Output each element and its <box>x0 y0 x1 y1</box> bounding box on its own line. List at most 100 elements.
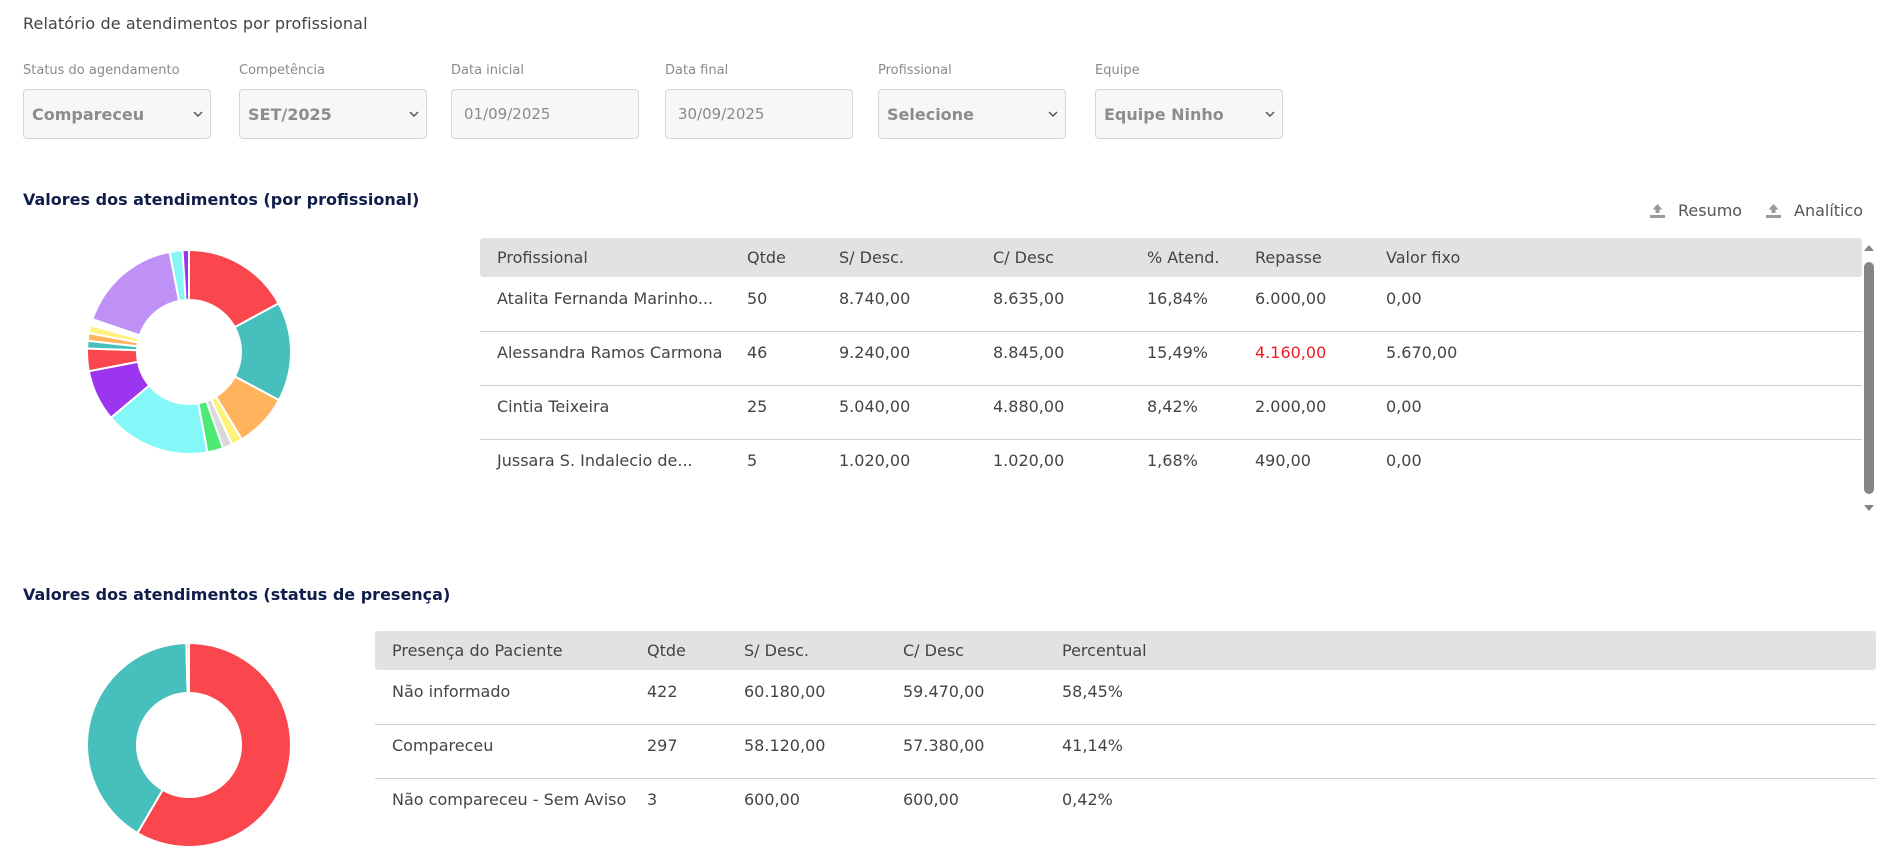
table-row[interactable]: Cintia Teixeira 25 5.040,00 4.880,00 8,4… <box>480 385 1862 440</box>
cell-presenca: Não informado <box>392 682 511 701</box>
export-resumo-label: Resumo <box>1678 201 1743 220</box>
scroll-down-arrow-icon[interactable] <box>1863 504 1875 513</box>
col-header-sem-desc[interactable]: S/ Desc. <box>744 641 809 660</box>
chevron-down-icon <box>193 111 203 118</box>
donut-profissional-slice-13[interactable] <box>91 250 181 337</box>
scroll-up-arrow-icon[interactable] <box>1863 243 1875 252</box>
cell-sem-desc: 58.120,00 <box>744 736 826 755</box>
cell-qtde: 422 <box>647 682 678 701</box>
chevron-down-icon <box>409 111 419 118</box>
cell-com-desc: 4.880,00 <box>993 397 1065 416</box>
cell-profissional: Cintia Teixeira <box>497 397 610 416</box>
cell-profissional: Alessandra Ramos Carmona <box>497 343 723 362</box>
cell-valor-fixo: 0,00 <box>1386 289 1422 308</box>
cell-com-desc: 600,00 <box>903 790 959 809</box>
data-inicial-field[interactable]: 01/09/2025 <box>451 89 639 139</box>
col-header-repasse[interactable]: Repasse <box>1255 248 1322 267</box>
status-select-value: Compareceu <box>32 104 145 124</box>
col-header-sem-desc[interactable]: S/ Desc. <box>839 248 904 267</box>
table-profissional: Profissional Qtde S/ Desc. C/ Desc % Ate… <box>480 238 1862 518</box>
cell-sem-desc: 5.040,00 <box>839 397 911 416</box>
cell-com-desc: 8.845,00 <box>993 343 1065 362</box>
cell-sem-desc: 9.240,00 <box>839 343 911 362</box>
col-header-qtde[interactable]: Qtde <box>647 641 686 660</box>
cell-valor-fixo: 0,00 <box>1386 397 1422 416</box>
cell-com-desc: 8.635,00 <box>993 289 1065 308</box>
profissional-select-value: Selecione <box>887 104 974 124</box>
cell-sem-desc: 1.020,00 <box>839 451 911 470</box>
col-header-qtde[interactable]: Qtde <box>747 248 786 267</box>
competencia-select[interactable]: SET/2025 <box>239 89 427 139</box>
cell-repasse: 490,00 <box>1255 451 1311 470</box>
cell-sem-desc: 60.180,00 <box>744 682 826 701</box>
cell-percentual: 41,14% <box>1062 736 1124 755</box>
table-row[interactable]: Alessandra Ramos Carmona 46 9.240,00 8.8… <box>480 331 1862 386</box>
donut-chart-presenca <box>86 641 292 848</box>
equipe-select-value: Equipe Ninho <box>1104 104 1224 124</box>
cell-percentual: 58,45% <box>1062 682 1124 701</box>
cell-pct-atend: 15,49% <box>1147 343 1209 362</box>
col-header-valor-fixo[interactable]: Valor fixo <box>1386 248 1460 267</box>
cell-qtde: 50 <box>747 289 768 308</box>
cell-qtde: 297 <box>647 736 678 755</box>
col-header-presenca[interactable]: Presença do Paciente <box>392 641 563 660</box>
table-scrollbar[interactable] <box>1862 240 1876 516</box>
cell-com-desc: 57.380,00 <box>903 736 985 755</box>
table-row[interactable]: Não compareceu - Sem Aviso 3 600,00 600,… <box>375 778 1876 832</box>
cell-pct-atend: 1,68% <box>1147 451 1198 470</box>
cell-pct-atend: 8,42% <box>1147 397 1198 416</box>
cell-repasse: 6.000,00 <box>1255 289 1327 308</box>
chevron-down-icon <box>1048 111 1058 118</box>
cell-percentual: 0,42% <box>1062 790 1113 809</box>
table-presenca: Presença do Paciente Qtde S/ Desc. C/ De… <box>375 631 1876 831</box>
cell-valor-fixo: 5.670,00 <box>1386 343 1458 362</box>
col-header-percentual[interactable]: Percentual <box>1062 641 1147 660</box>
table-row[interactable]: Não informado 422 60.180,00 59.470,00 58… <box>375 670 1876 725</box>
competencia-select-value: SET/2025 <box>248 104 332 124</box>
cell-profissional: Jussara S. Indalecio de... <box>497 451 693 470</box>
section-title-presenca: Valores dos atendimentos (status de pres… <box>23 585 451 604</box>
col-header-pct-atend[interactable]: % Atend. <box>1147 248 1219 267</box>
cell-repasse-highlight: 4.160,00 <box>1255 343 1327 362</box>
filter-label-competencia: Competência <box>239 63 326 78</box>
export-resumo-button[interactable]: Resumo <box>1649 201 1742 220</box>
table-header: Profissional Qtde S/ Desc. C/ Desc % Ate… <box>480 238 1862 277</box>
profissional-select[interactable]: Selecione <box>878 89 1066 139</box>
cell-qtde: 5 <box>747 451 758 470</box>
cell-presenca: Não compareceu - Sem Aviso <box>392 790 627 809</box>
upload-icon <box>1766 204 1781 218</box>
filter-label-data-inicial: Data inicial <box>451 63 524 78</box>
chevron-down-icon <box>1265 111 1275 118</box>
cell-pct-atend: 16,84% <box>1147 289 1209 308</box>
cell-repasse: 2.000,00 <box>1255 397 1327 416</box>
page-title: Relatório de atendimentos por profission… <box>23 14 368 33</box>
col-header-com-desc[interactable]: C/ Desc <box>903 641 964 660</box>
cell-sem-desc: 600,00 <box>744 790 800 809</box>
equipe-select[interactable]: Equipe Ninho <box>1095 89 1283 139</box>
cell-qtde: 46 <box>747 343 768 362</box>
export-analitico-button[interactable]: Analítico <box>1765 201 1863 220</box>
data-final-value: 30/09/2025 <box>678 105 765 123</box>
table-row[interactable]: Jussara S. Indalecio de... 5 1.020,00 1.… <box>480 439 1862 493</box>
export-analitico-label: Analítico <box>1794 201 1864 220</box>
col-header-com-desc[interactable]: C/ Desc <box>993 248 1054 267</box>
donut-chart-profissional <box>86 248 292 455</box>
cell-sem-desc: 8.740,00 <box>839 289 911 308</box>
table-row[interactable]: Atalita Fernanda Marinho... 50 8.740,00 … <box>480 277 1862 332</box>
filter-label-profissional: Profissional <box>878 63 952 78</box>
data-inicial-value: 01/09/2025 <box>464 105 551 123</box>
donut-presenca-slice-2[interactable] <box>185 641 190 695</box>
cell-com-desc: 59.470,00 <box>903 682 985 701</box>
cell-profissional: Atalita Fernanda Marinho... <box>497 289 714 308</box>
cell-valor-fixo: 0,00 <box>1386 451 1422 470</box>
cell-com-desc: 1.020,00 <box>993 451 1065 470</box>
data-final-field[interactable]: 30/09/2025 <box>665 89 853 139</box>
col-header-profissional[interactable]: Profissional <box>497 248 588 267</box>
cell-qtde: 25 <box>747 397 768 416</box>
upload-icon <box>1650 204 1665 218</box>
table-row[interactable]: Compareceu 297 58.120,00 57.380,00 41,14… <box>375 724 1876 779</box>
status-select[interactable]: Compareceu <box>23 89 211 139</box>
scrollbar-thumb[interactable] <box>1864 262 1874 494</box>
table-header: Presença do Paciente Qtde S/ Desc. C/ De… <box>375 631 1876 670</box>
filter-label-status: Status do agendamento <box>23 63 180 78</box>
